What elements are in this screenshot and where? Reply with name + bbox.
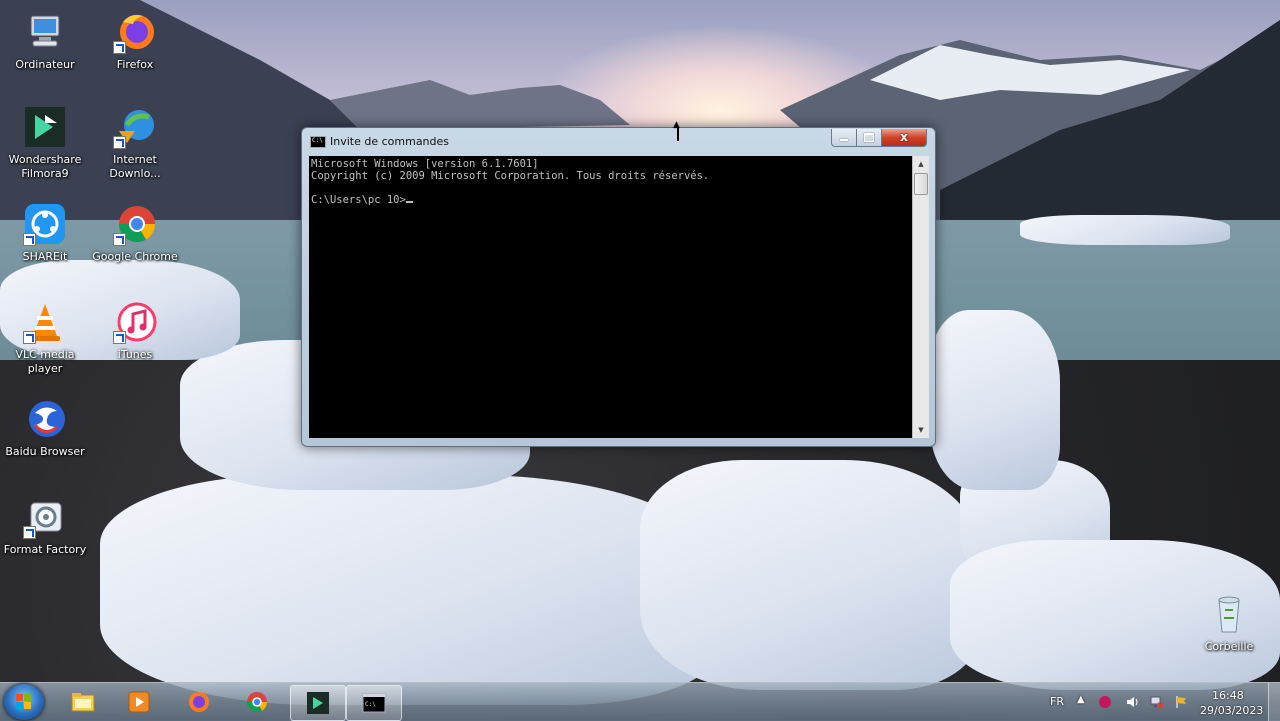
desktop-icon-label: iTunes <box>117 348 153 361</box>
resize-cursor-icon <box>673 120 682 144</box>
taskbar: C:\ FR ▲ 16:48 29/03/2023 <box>0 682 1280 721</box>
show-hidden-icons-icon[interactable]: ▲ <box>1077 694 1085 705</box>
desktop-icon-filmora[interactable]: Wondershare Filmora9 <box>0 105 90 181</box>
show-desktop-button[interactable] <box>1268 683 1280 721</box>
console-line: Microsoft Windows [version 6.1.7601] <box>311 158 539 170</box>
desktop-icon-label: Ordinateur <box>15 58 75 71</box>
desktop-icon-firefox[interactable]: Firefox <box>90 10 180 72</box>
shortcut-arrow-icon <box>113 233 126 246</box>
shortcut-arrow-icon <box>23 331 36 344</box>
chrome-icon <box>113 202 157 246</box>
shortcut-arrow-icon <box>113 331 126 344</box>
close-icon: x <box>900 130 908 144</box>
shortcut-arrow-icon <box>23 526 36 539</box>
maximize-button[interactable] <box>856 129 882 147</box>
itunes-icon <box>113 300 157 344</box>
firefox-icon <box>113 10 157 54</box>
desktop-icon-label: Google Chrome <box>92 250 178 263</box>
clock-time[interactable]: 16:48 <box>1212 689 1244 702</box>
format-factory-icon <box>23 495 67 539</box>
desktop-icon-label: Wondershare Filmora9 <box>8 153 82 180</box>
text-cursor <box>405 201 413 203</box>
recycle-bin-icon <box>1207 592 1251 636</box>
console-line: Copyright (c) 2009 Microsoft Corporation… <box>311 170 710 182</box>
desktop-icon-itunes[interactable]: iTunes <box>90 300 180 362</box>
clock-date[interactable]: 29/03/2023 <box>1200 704 1263 717</box>
cmd-icon <box>310 136 326 148</box>
minimize-button[interactable] <box>831 129 857 147</box>
svg-text:C:\: C:\ <box>365 701 376 708</box>
desktop-icon-format-factory[interactable]: Format Factory <box>0 495 90 557</box>
firefox-icon <box>189 692 209 712</box>
shortcut-arrow-icon <box>113 136 126 149</box>
volume-icon[interactable] <box>1126 695 1140 709</box>
wallpaper-ice-6 <box>930 310 1060 490</box>
shortcut-arrow-icon <box>23 233 36 246</box>
desktop-icon-label: Internet Downlo... <box>109 153 161 180</box>
vlc-cone-icon <box>23 300 67 344</box>
baidu-browser-icon <box>23 397 67 441</box>
windows-logo-icon <box>16 694 32 710</box>
desktop-icon-shareit[interactable]: SHAREit <box>0 202 90 264</box>
cmd-icon: C:\ <box>362 693 386 713</box>
console-output-area[interactable]: Microsoft Windows [version 6.1.7601] Cop… <box>309 156 912 438</box>
taskbar-filmora[interactable] <box>290 685 346 721</box>
taskbar-firefox[interactable] <box>172 685 226 719</box>
wallpaper-ice-8 <box>1020 215 1230 245</box>
scrollbar-thumb[interactable] <box>914 173 928 195</box>
command-prompt-window[interactable]: Invite de commandes x Microsoft Windows … <box>301 127 936 447</box>
action-center-flag-icon[interactable] <box>1174 695 1188 709</box>
window-title: Invite de commandes <box>330 135 450 148</box>
desktop-icon-label: Format Factory <box>3 543 87 556</box>
language-indicator[interactable]: FR <box>1050 695 1064 708</box>
chrome-icon <box>246 692 268 713</box>
filmora-icon <box>23 105 67 149</box>
taskbar-command-prompt[interactable]: C:\ <box>346 685 402 721</box>
console-prompt: C:\Users\pc 10> <box>311 194 406 206</box>
desktop-icon-baidu-browser[interactable]: Baidu Browser <box>0 397 90 459</box>
computer-icon <box>23 10 67 54</box>
vertical-scrollbar[interactable]: ▲ ▼ <box>912 156 929 438</box>
scroll-down-arrow-icon[interactable]: ▼ <box>913 422 929 438</box>
desktop-icon-corbeille[interactable]: Corbeille <box>1184 592 1274 654</box>
console-text: Microsoft Windows [version 6.1.7601] Cop… <box>311 158 709 206</box>
desktop-icon-label: Baidu Browser <box>5 445 85 458</box>
desktop-icon-label: SHAREit <box>22 250 68 263</box>
shortcut-arrow-icon <box>113 41 126 54</box>
download-manager-icon <box>113 105 157 149</box>
taskbar-media-player[interactable] <box>112 685 166 719</box>
start-button[interactable] <box>4 684 44 720</box>
wallpaper-ice-2 <box>640 460 980 690</box>
scroll-up-arrow-icon[interactable]: ▲ <box>913 156 929 172</box>
desktop-icon-label: VLC media player <box>15 348 75 375</box>
desktop-icon-label: Corbeille <box>1204 640 1254 653</box>
system-tray: FR ▲ 16:48 29/03/2023 <box>1040 683 1280 721</box>
desktop-icon-google-chrome[interactable]: Google Chrome <box>90 202 180 264</box>
record-icon[interactable] <box>1098 695 1112 709</box>
desktop-icon-internet-download-manager[interactable]: Internet Downlo... <box>90 105 180 181</box>
media-player-icon <box>128 691 150 713</box>
taskbar-explorer[interactable] <box>56 685 110 719</box>
close-button[interactable]: x <box>881 129 927 147</box>
network-disconnected-icon[interactable] <box>1150 695 1164 709</box>
shareit-icon <box>23 202 67 246</box>
taskbar-chrome[interactable] <box>230 685 284 719</box>
desktop-icon-vlc[interactable]: VLC media player <box>0 300 90 376</box>
wallpaper-ice-1 <box>100 475 720 705</box>
folder-icon <box>71 693 95 712</box>
desktop-icon-label: Firefox <box>116 58 154 71</box>
filmora-icon <box>307 692 329 714</box>
desktop-icon-ordinateur[interactable]: Ordinateur <box>0 10 90 72</box>
window-titlebar[interactable]: Invite de commandes x <box>302 128 935 154</box>
